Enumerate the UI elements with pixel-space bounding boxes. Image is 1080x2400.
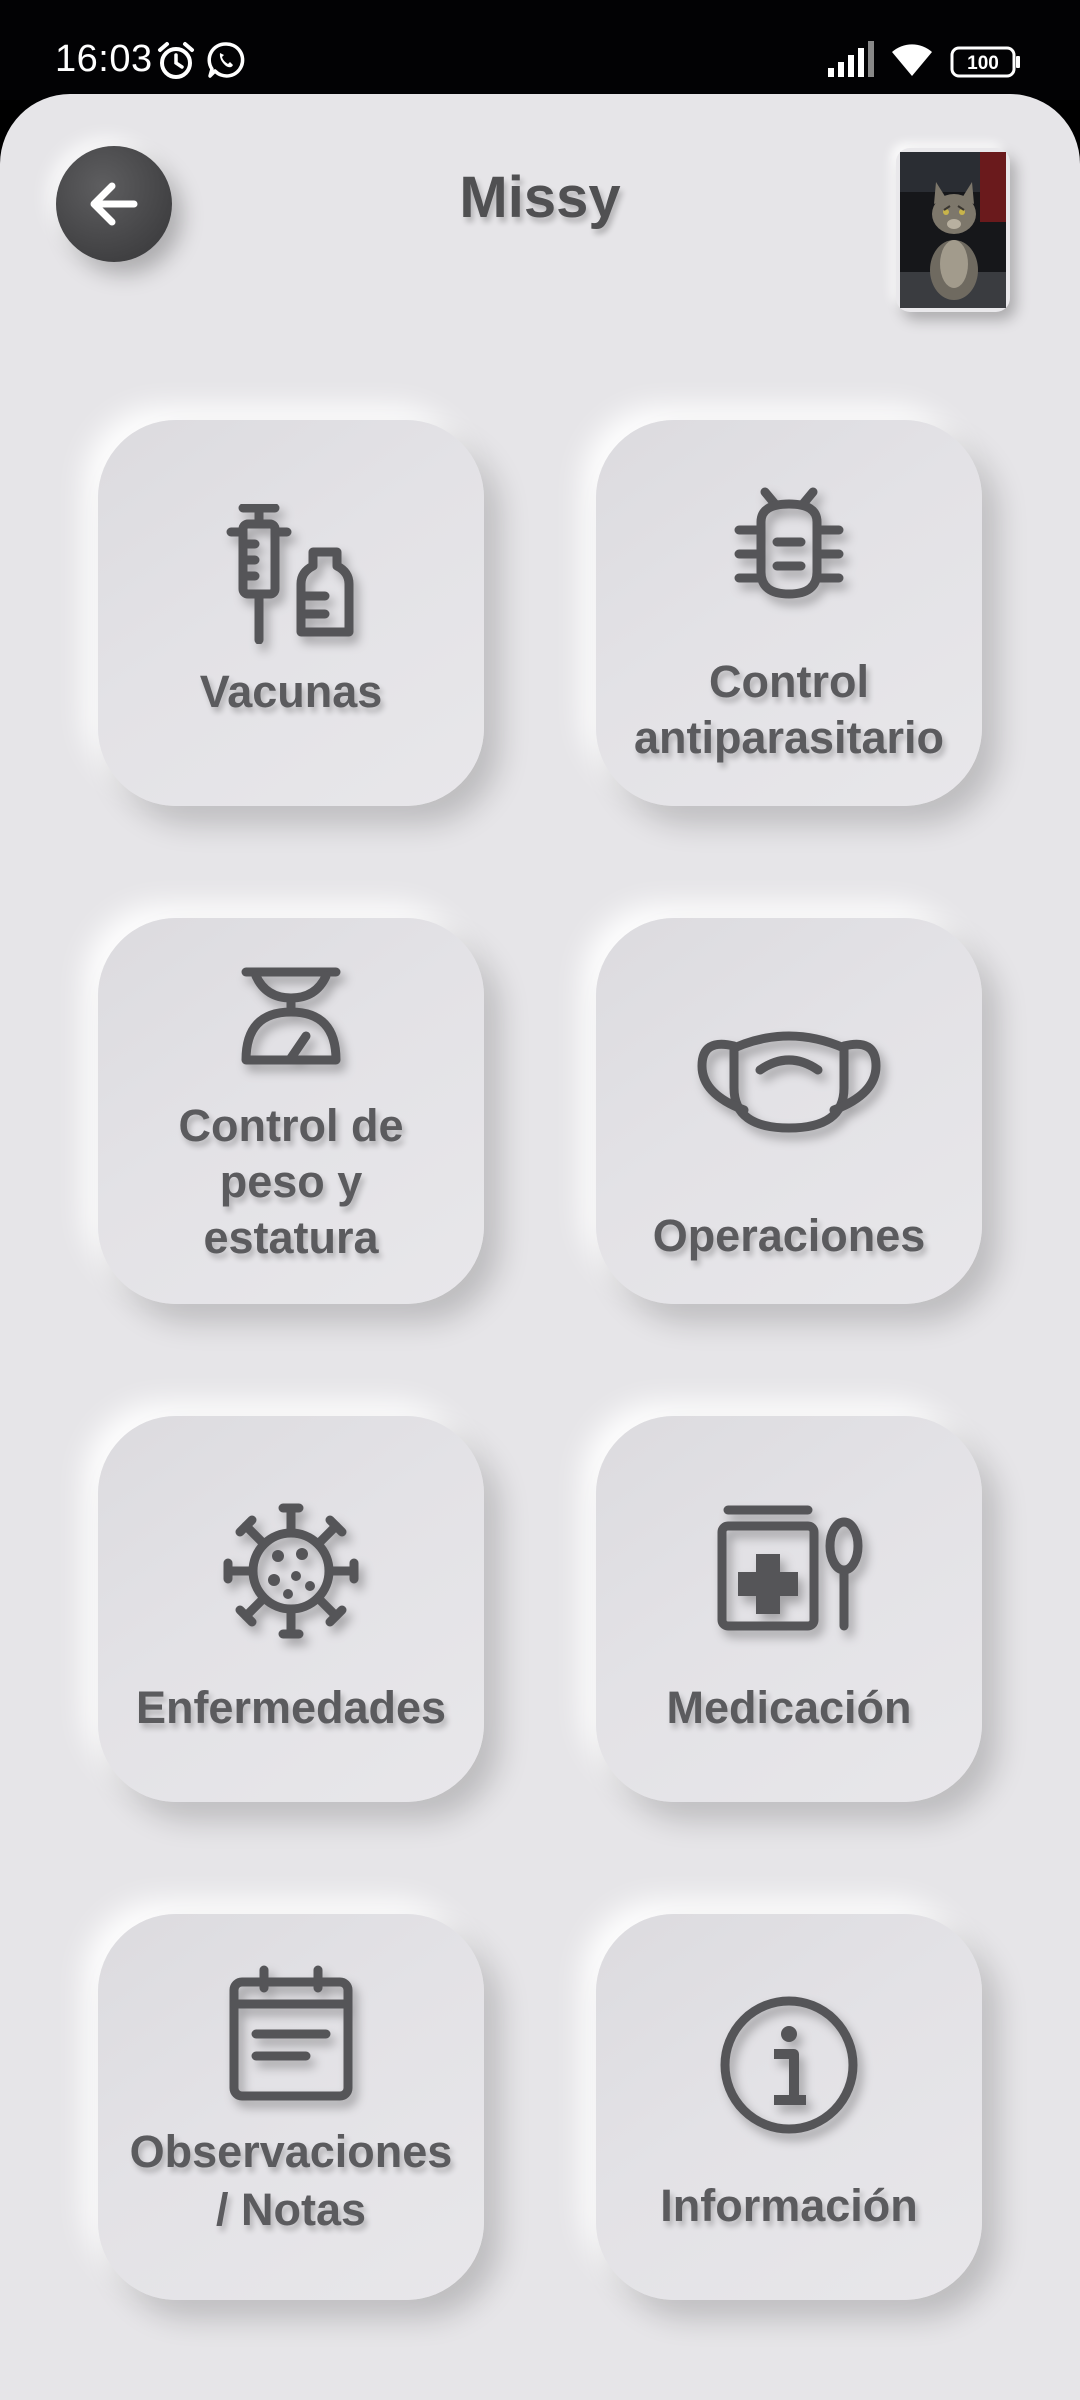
- vaccine-icon: [98, 503, 484, 649]
- surgical-mask-icon: [596, 1018, 982, 1143]
- peso-label-line2: peso y: [219, 1156, 363, 1207]
- back-button[interactable]: [56, 146, 172, 262]
- medicacion-tile[interactable]: Medicación: [596, 1416, 982, 1802]
- enfermedades-tile[interactable]: Enfermedades: [98, 1416, 484, 1802]
- status-bar: 16:03 100: [0, 0, 1080, 100]
- virus-icon: [98, 1496, 484, 1651]
- peso-label-line3: estatura: [203, 1212, 379, 1263]
- wifi-icon: [888, 40, 936, 83]
- status-time: 16:03: [55, 38, 153, 80]
- antiparasitario-label-line2: antiparasitario: [633, 712, 945, 763]
- info-icon: [596, 1990, 982, 2145]
- avatar[interactable]: [896, 148, 1010, 312]
- operaciones-tile[interactable]: Operaciones: [596, 918, 982, 1304]
- antiparasitario-label-line1: Control: [709, 656, 869, 707]
- signal-icon: [826, 40, 878, 83]
- medicacion-label: Medicación: [666, 1682, 912, 1733]
- observaciones-label-line2: / Notas: [215, 2184, 367, 2235]
- scale-icon: [98, 964, 484, 1079]
- battery-level: 100: [967, 53, 999, 74]
- peso-estatura-tile[interactable]: Control de peso y estatura: [98, 918, 484, 1304]
- calendar-notes-icon: [98, 1964, 484, 2109]
- whatsapp-icon: [206, 40, 246, 85]
- vacunas-label: Vacunas: [199, 666, 383, 717]
- informacion-tile[interactable]: Información: [596, 1914, 982, 2300]
- observaciones-tile[interactable]: Observaciones / Notas: [98, 1914, 484, 2300]
- cat-photo: [900, 152, 1006, 308]
- medication-jar-icon: [596, 1504, 982, 1639]
- page-title: Missy: [459, 165, 621, 230]
- peso-label-line1: Control de: [178, 1100, 404, 1151]
- bug-icon: [596, 482, 982, 617]
- screen: Missy Vacunas Control antiparasitario Co…: [0, 94, 1080, 2400]
- arrow-left-icon: [90, 182, 138, 226]
- battery-icon: 100: [950, 46, 1022, 83]
- antiparasitario-tile[interactable]: Control antiparasitario: [596, 420, 982, 806]
- operaciones-label: Operaciones: [652, 1210, 926, 1261]
- informacion-label: Información: [660, 2180, 918, 2231]
- observaciones-label-line1: Observaciones: [129, 2126, 453, 2177]
- alarm-icon: [155, 40, 197, 87]
- enfermedades-label: Enfermedades: [135, 1682, 447, 1733]
- vacunas-tile[interactable]: Vacunas: [98, 420, 484, 806]
